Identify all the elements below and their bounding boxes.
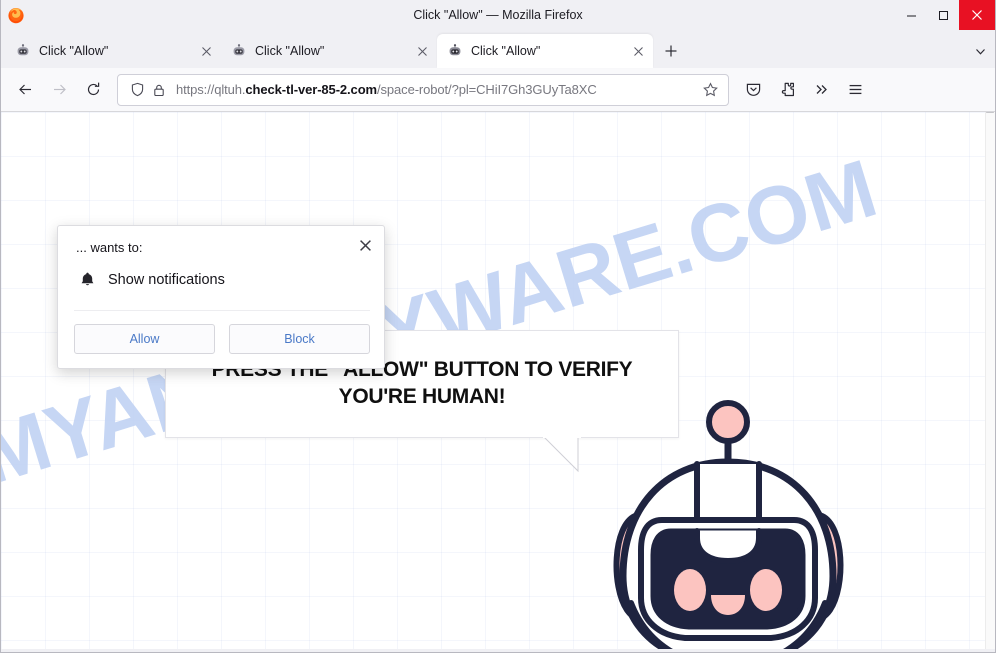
scrollbar-thumb[interactable] — [986, 112, 994, 113]
browser-window: Click "Allow" — Mozilla Firefox Click "A… — [0, 0, 996, 653]
back-button[interactable] — [9, 74, 41, 106]
notification-permission-dialog: ... wants to: Show notifications Allow B… — [57, 225, 385, 369]
bookmark-star-icon[interactable] — [698, 78, 722, 102]
tab-close-icon[interactable] — [197, 42, 215, 60]
robot-favicon-icon — [231, 43, 247, 59]
save-to-pocket-button[interactable] — [737, 74, 769, 106]
reload-button[interactable] — [77, 74, 109, 106]
window-title: Click "Allow" — Mozilla Firefox — [413, 8, 583, 22]
url-host: check-tl-ver-85-2.com — [245, 82, 377, 97]
speech-bubble-tail-icon — [542, 436, 582, 473]
maximize-button[interactable] — [927, 0, 959, 30]
tracking-protection-shield-icon[interactable] — [126, 79, 148, 101]
tab-title: Click "Allow" — [39, 44, 109, 58]
space-robot-illustration — [601, 398, 856, 649]
close-button[interactable] — [959, 0, 995, 30]
navigation-toolbar: https://qltuh.check-tl-ver-85-2.com/spac… — [1, 68, 995, 112]
url-bar[interactable]: https://qltuh.check-tl-ver-85-2.com/spac… — [117, 73, 729, 106]
firefox-logo-icon — [7, 6, 25, 24]
connection-secure-lock-icon[interactable] — [148, 79, 170, 101]
page-content: MYANTISPYWARE.COM PRESS THE "ALLOW" BUTT… — [1, 112, 995, 649]
new-tab-button[interactable] — [657, 37, 685, 65]
application-menu-button[interactable] — [839, 74, 871, 106]
tab-close-icon[interactable] — [413, 42, 431, 60]
dialog-heading: ... wants to: — [76, 240, 143, 255]
robot-favicon-icon — [447, 43, 463, 59]
tab-3-active[interactable]: Click "Allow" — [437, 34, 653, 68]
tab-2[interactable]: Click "Allow" — [221, 34, 437, 68]
notification-bell-icon — [79, 271, 96, 288]
url-path: /space-robot/?pl=CHiI7Gh3GUyTa8XC — [377, 82, 597, 97]
tab-strip: Click "Allow" Click "Allow" Click "Allow… — [1, 30, 995, 68]
title-bar: Click "Allow" — Mozilla Firefox — [1, 0, 995, 30]
window-controls — [895, 0, 995, 30]
minimize-button[interactable] — [895, 0, 927, 30]
allow-button[interactable]: Allow — [74, 324, 215, 354]
list-all-tabs-icon[interactable] — [965, 37, 995, 65]
extensions-button[interactable] — [771, 74, 803, 106]
overflow-menu-button[interactable] — [805, 74, 837, 106]
page-scrollbar[interactable] — [985, 112, 995, 649]
tab-title: Click "Allow" — [255, 44, 325, 58]
dialog-permission-label: Show notifications — [108, 271, 225, 288]
robot-favicon-icon — [15, 43, 31, 59]
url-text[interactable]: https://qltuh.check-tl-ver-85-2.com/spac… — [176, 82, 698, 97]
url-scheme: https://qltuh. — [176, 82, 246, 97]
dialog-button-row: Allow Block — [74, 310, 370, 354]
dialog-permission-row: Show notifications — [76, 271, 368, 288]
dialog-close-icon[interactable] — [354, 234, 376, 256]
block-button[interactable]: Block — [229, 324, 370, 354]
tab-close-icon[interactable] — [629, 42, 647, 60]
forward-button[interactable] — [43, 74, 75, 106]
tab-title: Click "Allow" — [471, 44, 541, 58]
tab-1[interactable]: Click "Allow" — [5, 34, 221, 68]
